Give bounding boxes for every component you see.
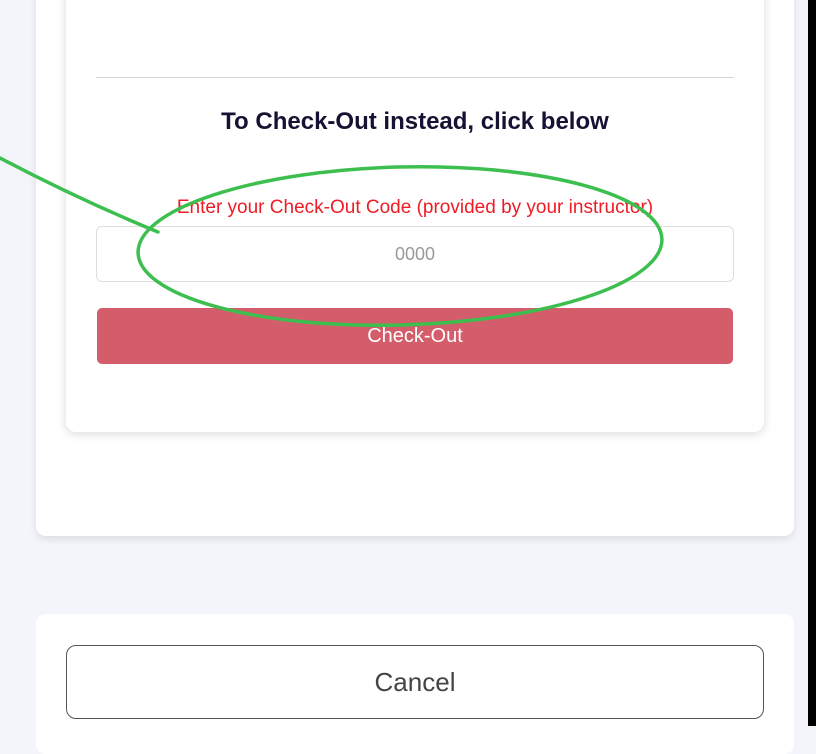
checkout-title: To Check-Out instead, click below [221,108,609,135]
checkout-button[interactable]: Check-Out [97,308,733,364]
section-divider [96,77,734,78]
checkout-code-label: Enter your Check-Out Code (provided by y… [176,197,654,218]
window-edge [808,0,816,726]
cancel-button[interactable]: Cancel [66,645,764,719]
checkout-code-input[interactable] [96,226,734,282]
